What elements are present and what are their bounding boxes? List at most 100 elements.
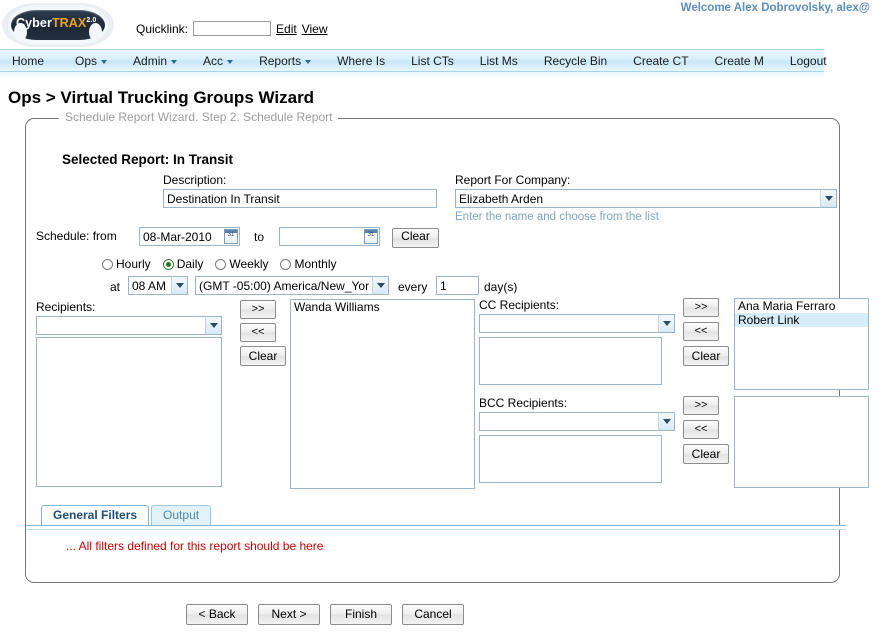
main-navigation: Home Ops Admin Acc Reports Where Is List…	[0, 49, 827, 72]
timezone-combobox[interactable]	[195, 276, 389, 295]
logo-text-version: 2.0	[86, 16, 97, 24]
quicklink-input[interactable]	[193, 21, 272, 36]
radio-indicator-selected[interactable]	[162, 258, 174, 270]
frequency-option-label: Daily	[176, 257, 204, 271]
cc-recipients-label: CC Recipients:	[479, 298, 560, 312]
nav-item-label: Create CT	[633, 53, 689, 68]
radio-indicator[interactable]	[102, 258, 113, 270]
nav-item-label: Home	[12, 53, 45, 68]
timezone-dropdown-button[interactable]	[372, 276, 389, 295]
chevron-down-icon	[227, 59, 234, 64]
quicklink-edit-link[interactable]: Edit	[276, 22, 297, 36]
bcc-selected-listbox[interactable]	[734, 396, 869, 488]
recipients-dropdown-button[interactable]	[205, 316, 222, 335]
cc-dropdown-button[interactable]	[658, 314, 675, 333]
tabstrip-divider	[26, 525, 846, 530]
radio-indicator[interactable]	[215, 258, 227, 270]
frequency-option-weekly[interactable]: Weekly	[215, 257, 268, 271]
selected-report-heading: Selected Report: In Transit	[62, 152, 234, 167]
nav-item-home[interactable]: Home	[0, 49, 62, 72]
chevron-down-icon	[376, 283, 385, 288]
nav-item-where-is[interactable]: Where Is	[324, 49, 398, 72]
wizard-step-legend: Schedule Report Wizard. Step 2. Schedule…	[59, 110, 339, 124]
cancel-button[interactable]: Cancel	[402, 604, 464, 625]
quicklink-view-link[interactable]: View	[302, 22, 328, 36]
list-item[interactable]: Ana Maria Ferraro	[735, 299, 868, 313]
list-item-selected[interactable]: Robert Link	[735, 313, 868, 327]
cc-source-listbox[interactable]	[479, 337, 662, 385]
bcc-source-listbox[interactable]	[479, 435, 662, 483]
tab-general-filters[interactable]: General Filters	[41, 505, 150, 525]
every-label: every	[398, 280, 428, 294]
cc-recipients-combobox[interactable]	[479, 314, 675, 333]
frequency-option-hourly[interactable]: Hourly	[102, 257, 151, 271]
company-dropdown-button[interactable]	[820, 189, 837, 208]
filters-tabstrip: General Filters Output	[41, 505, 213, 525]
recipients-input[interactable]	[36, 316, 222, 335]
schedule-from-label: Schedule: from	[36, 229, 117, 243]
schedule-from-date[interactable]: 08-Mar-2010	[139, 227, 240, 246]
bcc-remove-button[interactable]: <<	[683, 420, 719, 439]
company-input[interactable]	[455, 189, 837, 208]
frequency-option-label: Weekly	[229, 257, 269, 271]
bcc-clear-button[interactable]: Clear	[683, 444, 729, 464]
next-button[interactable]: Next >	[258, 604, 320, 625]
recipients-add-button[interactable]: >>	[240, 300, 276, 319]
every-interval-input[interactable]	[436, 276, 479, 295]
page-title: Ops > Virtual Trucking Groups Wizard	[8, 88, 315, 107]
nav-item-recycle-bin[interactable]: Recycle Bin	[531, 49, 620, 72]
radio-indicator[interactable]	[280, 258, 292, 270]
clear-dates-button[interactable]: Clear	[392, 228, 439, 248]
calendar-icon[interactable]	[364, 229, 378, 244]
description-input[interactable]	[163, 189, 437, 208]
chevron-down-icon	[101, 59, 108, 64]
cc-add-button[interactable]: >>	[683, 298, 719, 317]
days-label: day(s)	[484, 280, 518, 294]
cc-recipients-input[interactable]	[479, 314, 675, 333]
recipients-remove-button[interactable]: <<	[240, 323, 276, 342]
nav-item-label: Admin	[133, 53, 168, 68]
bcc-recipients-input[interactable]	[479, 412, 675, 431]
finish-button[interactable]: Finish	[330, 604, 392, 625]
calendar-icon[interactable]	[224, 229, 238, 244]
list-item[interactable]: Wanda Williams	[291, 300, 474, 314]
frequency-option-monthly[interactable]: Monthly	[280, 257, 337, 271]
logo-text-cyber: Cyber	[16, 16, 52, 30]
nav-item-list-cts[interactable]: List CTs	[398, 49, 467, 72]
time-dropdown-button[interactable]	[171, 276, 188, 295]
nav-item-acc[interactable]: Acc	[190, 49, 246, 72]
bcc-dropdown-button[interactable]	[658, 412, 675, 431]
nav-item-list-ms[interactable]: List Ms	[467, 49, 531, 72]
nav-item-logout[interactable]: Logout	[777, 49, 840, 72]
time-combobox[interactable]	[128, 276, 188, 295]
cc-clear-button[interactable]: Clear	[683, 346, 729, 366]
bcc-recipients-label: BCC Recipients:	[479, 396, 568, 410]
nav-item-admin[interactable]: Admin	[120, 49, 190, 72]
frequency-option-daily[interactable]: Daily	[162, 257, 204, 271]
chevron-down-icon	[662, 321, 671, 326]
timezone-input[interactable]	[195, 276, 389, 295]
frequency-radio-group: Hourly Daily Weekly Monthly	[102, 257, 349, 271]
nav-item-create-ct[interactable]: Create CT	[620, 49, 701, 72]
recipients-combobox[interactable]	[36, 316, 222, 335]
cc-selected-listbox[interactable]: Ana Maria Ferraro Robert Link	[734, 298, 869, 390]
bcc-recipients-combobox[interactable]	[479, 412, 675, 431]
tab-output[interactable]: Output	[151, 505, 212, 525]
recipients-selected-listbox[interactable]: Wanda Williams	[290, 299, 475, 489]
schedule-to-word: to	[254, 230, 265, 244]
recipients-source-listbox[interactable]	[36, 337, 222, 487]
nav-item-label: List Ms	[479, 53, 518, 68]
nav-item-label: Create M	[714, 53, 764, 68]
nav-item-reports[interactable]: Reports	[246, 49, 324, 72]
schedule-to-date[interactable]	[279, 227, 380, 246]
bcc-add-button[interactable]: >>	[683, 396, 719, 415]
cc-remove-button[interactable]: <<	[683, 322, 719, 341]
app-root: CyberTRAX2.0 Quicklink: Edit View Welcom…	[0, 0, 894, 633]
nav-item-create-m[interactable]: Create M	[702, 49, 777, 72]
recipients-clear-button[interactable]: Clear	[240, 346, 286, 366]
nav-item-ops[interactable]: Ops	[62, 49, 120, 72]
back-button[interactable]: < Back	[186, 604, 248, 625]
recipients-label: Recipients:	[36, 300, 96, 314]
company-combobox[interactable]	[455, 189, 837, 208]
chevron-down-icon	[662, 419, 671, 424]
